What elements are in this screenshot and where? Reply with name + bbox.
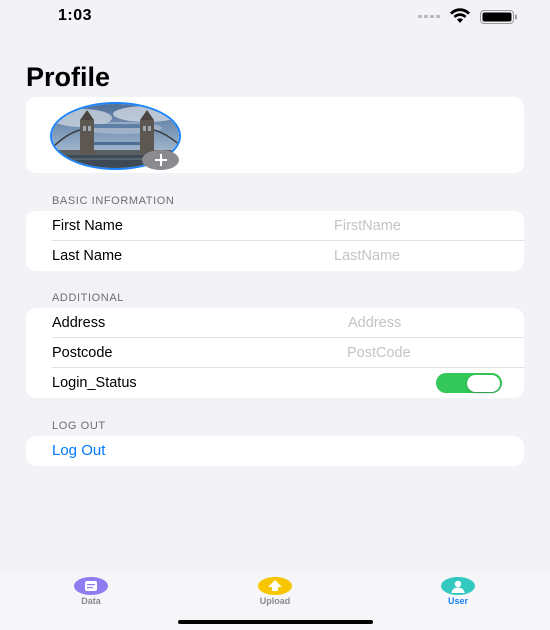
- tab-label: User: [447, 596, 468, 606]
- log-out-button[interactable]: Log Out: [52, 442, 105, 459]
- cellular-signal-icon: [418, 15, 440, 18]
- document-icon: [74, 577, 108, 595]
- postcode-field[interactable]: [337, 341, 524, 365]
- first-name-field[interactable]: [324, 214, 524, 238]
- toggle-knob: [467, 374, 500, 392]
- address-row: Address: [26, 308, 524, 338]
- first-name-row: First Name: [26, 211, 524, 241]
- tab-upload[interactable]: Upload: [230, 577, 320, 617]
- add-photo-button[interactable]: [142, 150, 179, 170]
- upload-icon: [258, 577, 292, 595]
- last-name-row: Last Name: [26, 241, 524, 271]
- wifi-icon: [450, 8, 470, 23]
- status-bar: 1:03: [0, 0, 550, 32]
- battery-icon: [480, 10, 517, 24]
- section-header-basic-information: BASIC INFORMATION: [52, 195, 175, 207]
- login-status-label: Login_Status: [52, 375, 137, 391]
- last-name-label: Last Name: [52, 248, 123, 264]
- address-field[interactable]: [338, 311, 524, 335]
- login-status-row: Login_Status: [26, 368, 524, 398]
- status-time: 1:03: [58, 7, 93, 24]
- address-label: Address: [52, 315, 106, 331]
- user-icon: [441, 577, 475, 595]
- plus-icon: [154, 154, 167, 166]
- tab-data[interactable]: Data: [46, 577, 136, 617]
- page-title: Profile: [26, 62, 111, 92]
- avatar-card: [26, 97, 524, 173]
- postcode-label: Postcode: [52, 345, 113, 361]
- section-header-additional: ADDITIONAL: [52, 292, 125, 304]
- postcode-row: Postcode: [26, 338, 524, 368]
- additional-card: Address Postcode Login_Status: [26, 308, 524, 398]
- tab-user[interactable]: User: [413, 577, 503, 617]
- basic-information-card: First Name Last Name: [26, 211, 524, 271]
- log-out-card: Log Out: [26, 436, 524, 466]
- first-name-label: First Name: [52, 218, 123, 234]
- home-indicator: [178, 620, 373, 624]
- tab-label: Data: [81, 596, 101, 606]
- tab-label: Upload: [259, 596, 291, 606]
- last-name-field[interactable]: [324, 244, 524, 268]
- section-header-log-out: LOG OUT: [52, 420, 106, 432]
- login-status-toggle[interactable]: [436, 373, 502, 393]
